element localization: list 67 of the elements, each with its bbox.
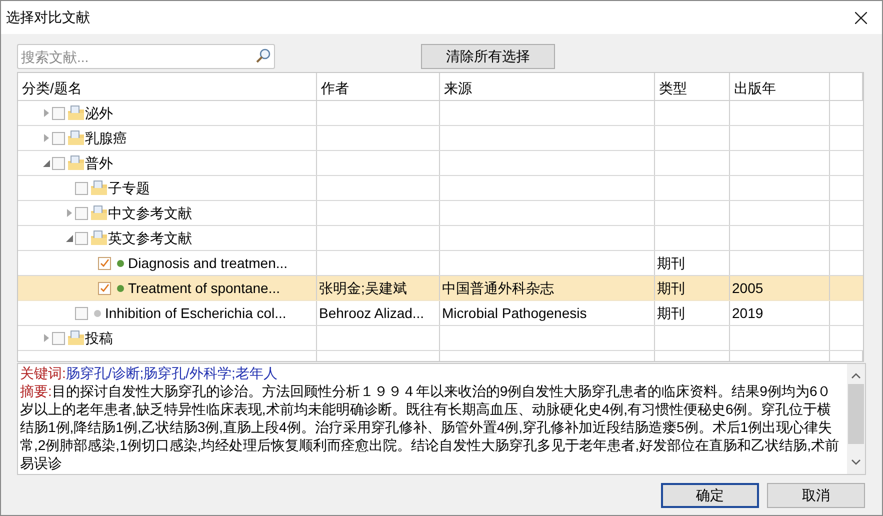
folder-icon: [67, 330, 85, 346]
close-icon[interactable]: [855, 12, 867, 24]
table-cell-text: 中国普通外科杂志: [442, 278, 554, 298]
expand-arrow-icon[interactable]: [66, 209, 72, 217]
checkbox[interactable]: [98, 282, 111, 294]
checkbox[interactable]: [52, 106, 65, 120]
row-title: 泌外: [85, 104, 113, 122]
folder-icon: [67, 155, 85, 171]
folder-icon: [67, 130, 85, 146]
column-header[interactable]: 出版年: [734, 80, 776, 96]
checkbox[interactable]: [75, 232, 88, 244]
column-header[interactable]: 来源: [444, 80, 472, 96]
table-cell-text: 2019: [732, 304, 764, 322]
expand-arrow-icon[interactable]: [44, 134, 48, 142]
checkbox[interactable]: [52, 156, 65, 170]
table-row[interactable]: 英文参考文献: [18, 226, 863, 251]
row-title: 投稿: [85, 328, 113, 348]
row-title: Inhibition of Escherichia col...: [105, 304, 286, 322]
table-row[interactable]: 中文参考文献: [18, 201, 863, 226]
row-title: 子专题: [108, 178, 150, 198]
table-row[interactable]: 乳腺癌: [18, 126, 863, 151]
expand-arrow-icon[interactable]: [44, 334, 48, 342]
collapse-arrow-icon[interactable]: [42, 160, 50, 166]
row-title: 中文参考文献: [108, 204, 192, 222]
folder-icon: [67, 105, 85, 121]
folder-icon: [90, 180, 108, 196]
checkbox[interactable]: [75, 182, 88, 194]
table-row[interactable]: 投稿: [18, 326, 863, 351]
table-row[interactable]: 普外: [18, 151, 863, 176]
table-row[interactable]: 子专题: [18, 176, 863, 201]
dialog-button[interactable]: 确定: [661, 483, 759, 508]
table-cell-text: Microbial Pathogenesis: [442, 304, 587, 323]
checkbox[interactable]: [98, 256, 111, 270]
row-title: Treatment of spontane...: [128, 278, 280, 298]
table-row[interactable]: Diagnosis and treatmen... 期刊: [18, 251, 863, 276]
window-title: 选择对比文献: [6, 8, 90, 27]
table-cell-text: Behrooz Alizad...: [319, 304, 424, 322]
row-title: 乳腺癌: [85, 128, 127, 148]
table-cell-text: 张明金;吴建斌: [319, 278, 407, 298]
row-title: 英文参考文献: [108, 228, 192, 248]
column-header[interactable]: 作者: [321, 80, 349, 96]
checkbox[interactable]: [52, 132, 65, 144]
checkbox[interactable]: [75, 206, 88, 220]
table-row[interactable]: Treatment of spontane... 张明金;吴建斌 中国普通外科杂志 期刊 2005: [18, 276, 863, 301]
collapse-arrow-icon[interactable]: [66, 234, 72, 242]
scrollbar[interactable]: [847, 364, 865, 474]
abstract-text: 摘要:目的探讨自发性大肠穿孔的诊治。方法回顾性分析１９９４年以来收治的9例自发性大肠穿孔患者的临床资料。结果9例均为6０岁以上的老年患者,缺乏特异性临床表现,术前均未能明确诊断。既往有长期高血压、动脉硬化史4例,有习惯性便秘史6例。穿孔位于横结肠1例,降结肠1例,乙状结肠3例,直肠上段4例。治疗采用穿孔修补、肠管外置4例,穿孔修补加近段结肠造瘘5例。术后1例出现心律失常,2例肺部感染,1例切口感染,均经处理后恢复顺利而痊愈出院。结论自发性大肠穿孔多见于老年患者,好发部位在直肠和乙状结肠,术前易误诊: [20, 382, 840, 472]
dialog-button[interactable]: 取消: [767, 483, 865, 508]
folder-icon: [90, 205, 108, 221]
table-cell-text: 2005: [732, 278, 764, 298]
checkbox[interactable]: [75, 306, 88, 320]
row-title: Diagnosis and treatmen...: [128, 254, 288, 273]
search-icon[interactable]: [255, 48, 271, 64]
keywords-line: 关键词:肠穿孔/诊断;肠穿孔/外科学;老年人: [20, 364, 278, 382]
table-row[interactable]: 泌外: [18, 101, 863, 126]
table-cell-text: 期刊: [657, 278, 685, 298]
search-field[interactable]: 搜索文献...: [17, 44, 275, 69]
clear-selection-button[interactable]: 清除所有选择: [421, 44, 555, 69]
folder-icon: [90, 230, 108, 246]
column-header[interactable]: 类型: [659, 80, 687, 96]
expand-arrow-icon[interactable]: [44, 109, 48, 117]
checkbox[interactable]: [52, 332, 65, 344]
row-title: 普外: [85, 154, 113, 172]
column-header[interactable]: 分类/题名: [22, 80, 82, 96]
table-row[interactable]: Inhibition of Escherichia col... Behrooz Alizad... Microbial Pathogenesis 期刊 2019: [18, 301, 863, 326]
table-cell-text: 期刊: [657, 304, 685, 322]
table-cell-text: 期刊: [657, 254, 685, 272]
